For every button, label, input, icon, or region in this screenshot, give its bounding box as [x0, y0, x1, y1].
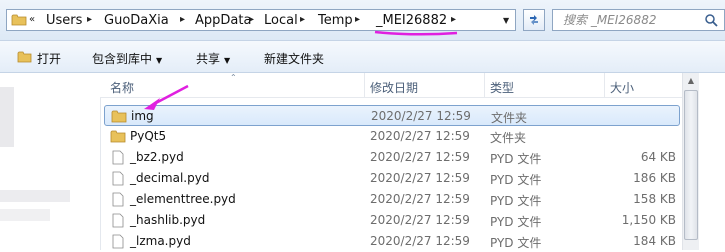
address-history-dropdown[interactable]: ▼ — [503, 16, 509, 25]
crumb-users[interactable]: Users — [46, 13, 82, 28]
column-date[interactable]: 修改日期 — [370, 79, 418, 96]
file-date: 2020/2/27 12:59 — [370, 150, 470, 164]
command-toolbar: 打开 包含到库中 ▼ 共享 ▼ 新建文件夹 — [0, 40, 725, 73]
include-in-library-button[interactable]: 包含到库中 ▼ — [92, 50, 162, 67]
crumb-separator[interactable]: ▸ — [355, 14, 360, 25]
folder-icon — [110, 130, 126, 143]
new-folder-button[interactable]: 新建文件夹 — [264, 50, 324, 67]
refresh-icon — [530, 15, 538, 25]
open-button[interactable]: 打开 — [37, 50, 61, 67]
file-size: 158 KB — [633, 192, 676, 206]
file-icon — [112, 150, 124, 165]
crumb-appdata[interactable]: AppData — [195, 13, 251, 28]
crumb-current-folder[interactable]: _MEI26882 — [376, 13, 447, 28]
right-edge — [699, 73, 725, 250]
blurred-nav-item — [0, 209, 50, 221]
scroll-thumb[interactable] — [684, 90, 698, 240]
address-bar-row: « Users ▸ GuoDaXia ▸ AppData ▸ Local ▸ T… — [0, 0, 725, 40]
crumb-separator[interactable]: ▸ — [87, 14, 92, 25]
file-type: PYD 文件 — [490, 152, 542, 166]
search-box[interactable] — [552, 9, 725, 31]
search-input[interactable] — [553, 10, 713, 30]
annotation-arrow — [144, 84, 189, 110]
address-bar[interactable]: « Users ▸ GuoDaXia ▸ AppData ▸ Local ▸ T… — [6, 9, 516, 31]
file-name: _elementtree.pyd — [130, 192, 236, 206]
file-row-lzma[interactable]: _lzma.pyd 2020/2/27 12:59 PYD 文件 184 KB — [104, 231, 680, 252]
crumb-separator[interactable]: ▸ — [180, 14, 185, 25]
folder-icon — [111, 110, 127, 123]
search-icon[interactable] — [704, 13, 718, 27]
file-row-elementtree[interactable]: _elementtree.pyd 2020/2/27 12:59 PYD 文件 … — [104, 189, 680, 210]
blurred-nav-item — [0, 87, 14, 147]
column-divider[interactable] — [484, 73, 485, 97]
chevron-down-icon: ▼ — [156, 56, 163, 65]
file-name: _bz2.pyd — [130, 150, 184, 164]
scroll-up-button[interactable]: ▲ — [683, 73, 699, 89]
file-date: 2020/2/27 12:59 — [371, 109, 471, 123]
file-name: _decimal.pyd — [130, 171, 210, 185]
chevron-down-icon: ▼ — [224, 56, 231, 65]
file-row-hashlib[interactable]: _hashlib.pyd 2020/2/27 12:59 PYD 文件 1,15… — [104, 210, 680, 231]
file-date: 2020/2/27 12:59 — [370, 129, 470, 143]
file-size: 64 KB — [640, 150, 676, 164]
blurred-nav-item — [0, 190, 70, 202]
column-header: ⌃ 名称 修改日期 类型 大小 — [100, 73, 725, 98]
file-icon — [112, 192, 124, 207]
column-name[interactable]: 名称 — [110, 79, 134, 96]
open-folder-icon — [17, 51, 32, 63]
file-type: PYD 文件 — [490, 215, 542, 229]
file-date: 2020/2/27 12:59 — [370, 171, 470, 185]
column-divider[interactable] — [604, 73, 605, 97]
file-icon — [112, 171, 124, 186]
file-date: 2020/2/27 12:59 — [370, 192, 470, 206]
file-icon — [112, 213, 124, 228]
refresh-button[interactable] — [523, 9, 545, 31]
file-row-pyqt5[interactable]: PyQt5 2020/2/27 12:59 文件夹 — [104, 126, 680, 147]
column-type[interactable]: 类型 — [490, 79, 514, 96]
overflow-chevron[interactable]: « — [29, 14, 35, 25]
file-type: PYD 文件 — [490, 236, 542, 250]
file-type: 文件夹 — [491, 111, 528, 125]
folder-icon — [11, 14, 27, 26]
crumb-separator[interactable]: ▸ — [300, 14, 305, 25]
file-name: PyQt5 — [130, 129, 167, 143]
sort-up-icon: ⌃ — [230, 73, 237, 82]
crumb-separator[interactable]: ▸ — [249, 14, 254, 25]
file-date: 2020/2/27 12:59 — [370, 234, 470, 248]
file-size: 186 KB — [633, 171, 676, 185]
navigation-pane[interactable] — [0, 73, 101, 250]
column-size[interactable]: 大小 — [610, 79, 634, 96]
crumb-temp[interactable]: Temp — [318, 13, 353, 28]
share-label: 共享 — [196, 52, 221, 66]
include-label: 包含到库中 — [92, 52, 153, 66]
column-divider[interactable] — [364, 73, 365, 97]
file-size: 184 KB — [633, 234, 676, 248]
annotation-underline — [374, 30, 458, 36]
file-row-bz2[interactable]: _bz2.pyd 2020/2/27 12:59 PYD 文件 64 KB — [104, 147, 680, 168]
file-type: PYD 文件 — [490, 173, 542, 187]
file-icon — [112, 234, 124, 249]
file-date: 2020/2/27 12:59 — [370, 213, 470, 227]
file-name: _hashlib.pyd — [130, 213, 206, 227]
crumb-guodaxia[interactable]: GuoDaXia — [104, 13, 169, 28]
file-type: PYD 文件 — [490, 194, 542, 208]
vertical-scrollbar[interactable]: ▲ — [682, 73, 699, 250]
file-name: _lzma.pyd — [130, 234, 191, 248]
file-type: 文件夹 — [490, 131, 527, 145]
crumb-local[interactable]: Local — [264, 13, 298, 28]
crumb-separator[interactable]: ▸ — [451, 14, 456, 25]
file-size: 1,150 KB — [621, 213, 676, 227]
file-row-decimal[interactable]: _decimal.pyd 2020/2/27 12:59 PYD 文件 186 … — [104, 168, 680, 189]
share-button[interactable]: 共享 ▼ — [196, 50, 230, 67]
